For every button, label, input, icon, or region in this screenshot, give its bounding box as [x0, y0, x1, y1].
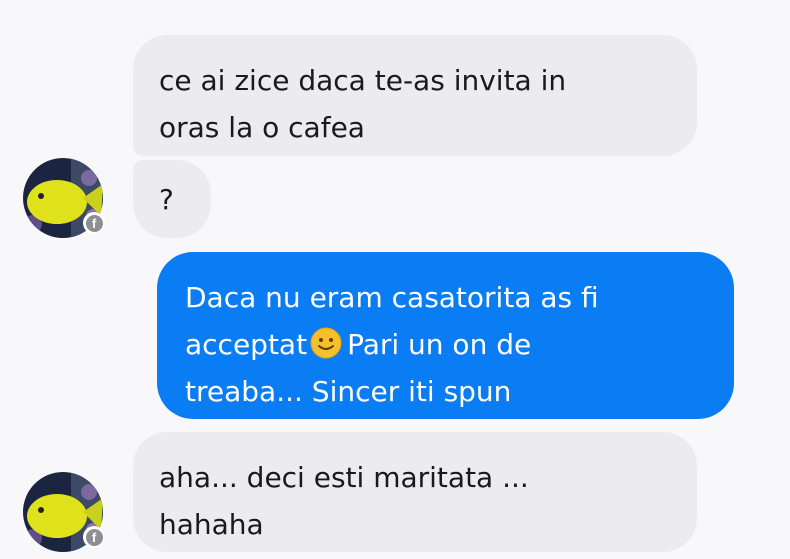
slightly-smiling-face-icon	[310, 327, 342, 359]
incoming-message-bubble[interactable]: aha... deci esti maritata ... hahaha	[133, 432, 697, 552]
facebook-badge: f	[83, 526, 105, 548]
facebook-icon: f	[85, 214, 103, 232]
message-text: ?	[159, 183, 174, 216]
incoming-message-bubble[interactable]: ?	[133, 160, 211, 238]
facebook-badge: f	[83, 212, 105, 234]
facebook-icon: f	[85, 528, 103, 546]
contact-avatar[interactable]: f	[23, 472, 105, 552]
incoming-message-bubble[interactable]: ce ai zice daca te-as invita in oras la …	[133, 35, 697, 156]
outgoing-message-bubble[interactable]: Daca nu eram casatorita as fi acceptat Pa…	[157, 252, 734, 419]
message-text: ce ai zice daca te-as invita in oras la …	[159, 64, 567, 144]
contact-avatar[interactable]: f	[23, 158, 105, 238]
message-text: aha... deci esti maritata ... hahaha	[159, 461, 529, 541]
